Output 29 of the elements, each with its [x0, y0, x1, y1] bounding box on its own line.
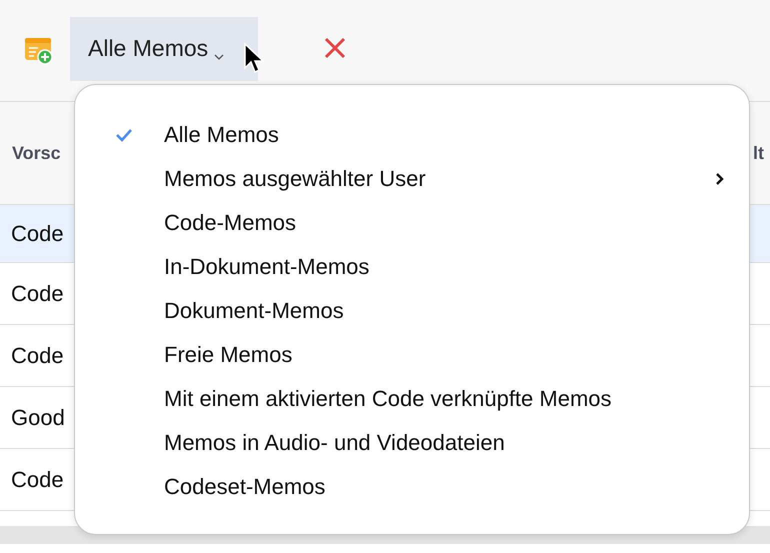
menu-item[interactable]: Dokument-Memos: [115, 289, 725, 333]
table-cell-text: Code: [10, 220, 64, 246]
menu-item[interactable]: Memos ausgewählter User: [115, 157, 725, 201]
close-icon[interactable]: [324, 36, 346, 58]
table-cell-text: Code: [10, 280, 64, 306]
menu-item-label: Alle Memos: [164, 122, 279, 148]
menu-item[interactable]: Memos in Audio- und Videodateien: [115, 421, 725, 465]
column-header[interactable]: Vorsc: [0, 142, 61, 164]
menu-item-label: Memos ausgewählter User: [164, 166, 426, 192]
menu-item-label: Code-Memos: [164, 210, 296, 236]
cursor-icon: [243, 42, 265, 74]
menu-item-label: In-Dokument-Memos: [164, 254, 370, 280]
menu-item[interactable]: Alle Memos: [115, 113, 725, 157]
menu-item-label: Freie Memos: [164, 342, 292, 368]
caret-icon: [214, 52, 224, 60]
menu-item-label: Mit einem aktivierten Code verknüpfte Memos: [164, 386, 612, 412]
menu-item-label: Dokument-Memos: [164, 298, 344, 324]
table-cell-text: Code: [10, 342, 64, 368]
filter-dropdown[interactable]: Alle Memos: [70, 16, 258, 80]
table-cell-text: Good: [10, 404, 65, 430]
column-header[interactable]: lt: [753, 142, 770, 164]
menu-item[interactable]: Code-Memos: [115, 201, 725, 245]
menu-item-label: Memos in Audio- und Videodateien: [164, 430, 505, 456]
menu-item[interactable]: Freie Memos: [115, 333, 725, 377]
table-cell-text: Code: [10, 466, 64, 492]
menu-item[interactable]: In-Dokument-Memos: [115, 245, 725, 289]
menu-item-label: Codeset-Memos: [164, 474, 326, 500]
menu-item[interactable]: Codeset-Memos: [115, 465, 725, 509]
menu-item[interactable]: Mit einem aktivierten Code verknüpfte Memos: [115, 377, 725, 421]
